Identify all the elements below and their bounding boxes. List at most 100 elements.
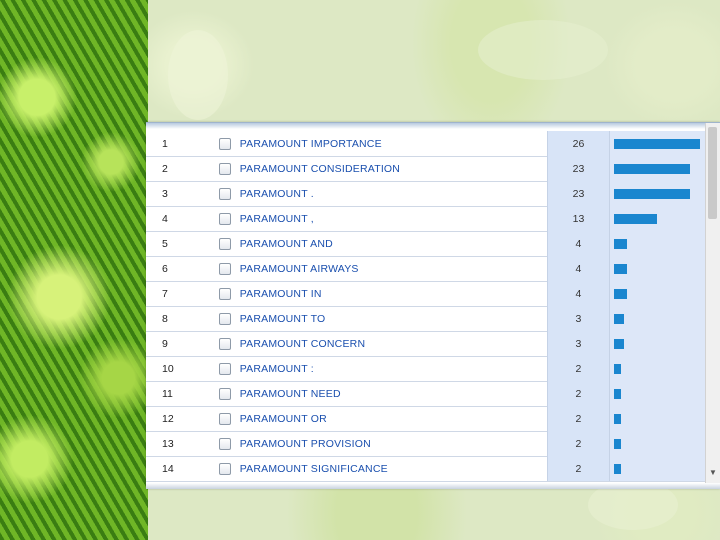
table-footer-strip	[146, 483, 720, 489]
row-select-cell	[210, 212, 240, 225]
row-checkbox[interactable]	[218, 337, 231, 350]
table-row[interactable]: 4 PARAMOUNT , 13	[146, 206, 706, 232]
row-select-cell	[210, 362, 240, 375]
phrase-link[interactable]: PARAMOUNT ,	[240, 213, 547, 225]
frequency-bar-cell	[610, 456, 706, 481]
phrase-link[interactable]: PARAMOUNT CONSIDERATION	[240, 163, 547, 175]
row-select-cell	[210, 187, 240, 200]
row-select-cell	[210, 137, 240, 150]
phrase-link[interactable]: PARAMOUNT AIRWAYS	[240, 263, 547, 275]
frequency-bar	[614, 238, 628, 249]
frequency-bar	[614, 363, 622, 374]
phrase-link[interactable]: PARAMOUNT .	[240, 188, 547, 200]
phrase-link[interactable]: PARAMOUNT IN	[240, 288, 547, 300]
row-checkbox[interactable]	[218, 162, 231, 175]
table-row[interactable]: 7 PARAMOUNT IN 4	[146, 281, 706, 307]
table-row[interactable]: 8 PARAMOUNT TO 3	[146, 306, 706, 332]
row-checkbox[interactable]	[218, 412, 231, 425]
frequency-count: 4	[546, 281, 611, 306]
frequency-bar-cell	[610, 206, 706, 231]
rank-number: 5	[162, 237, 168, 250]
frequency-bar	[614, 463, 622, 474]
frequency-bar	[614, 263, 628, 274]
rank-number: 4	[162, 212, 168, 225]
frequency-bar-cell	[610, 256, 706, 281]
row-select-cell	[210, 312, 240, 325]
row-checkbox[interactable]	[218, 387, 231, 400]
frequency-bar-cell	[610, 231, 706, 256]
rank-number: 13	[162, 437, 174, 450]
frequency-bar	[614, 338, 625, 349]
table-row[interactable]: 5 PARAMOUNT AND 4	[146, 231, 706, 257]
table-row[interactable]: 10 PARAMOUNT :2	[146, 356, 706, 382]
frequency-count: 13	[546, 206, 611, 231]
frequency-bar-cell	[610, 381, 706, 406]
table-row[interactable]: 6 PARAMOUNT AIRWAYS 4	[146, 256, 706, 282]
row-checkbox[interactable]	[218, 362, 231, 375]
frequency-count: 23	[546, 181, 611, 206]
scroll-down-arrow-icon[interactable]: ▼	[706, 468, 720, 477]
row-checkbox[interactable]	[218, 462, 231, 475]
scrollbar-thumb[interactable]	[708, 127, 717, 219]
phrase-link[interactable]: PARAMOUNT AND	[240, 238, 547, 250]
phrase-link[interactable]: PARAMOUNT :	[240, 363, 547, 375]
row-checkbox[interactable]	[218, 137, 231, 150]
table-row[interactable]: 9 PARAMOUNT CONCERN 3	[146, 331, 706, 357]
row-select-cell	[210, 287, 240, 300]
rank-number: 3	[162, 187, 168, 200]
row-checkbox[interactable]	[218, 237, 231, 250]
table-row[interactable]: 12 PARAMOUNT OR 2	[146, 406, 706, 432]
phrase-link[interactable]: PARAMOUNT PROVISION	[240, 438, 547, 450]
rank-number: 7	[162, 287, 168, 300]
frequency-count: 4	[546, 256, 611, 281]
row-select-cell	[210, 412, 240, 425]
table-row[interactable]: 2 PARAMOUNT CONSIDERATION 23	[146, 156, 706, 182]
frequency-bar	[614, 438, 622, 449]
table-row[interactable]: 13 PARAMOUNT PROVISION 2	[146, 431, 706, 457]
frequency-count: 2	[546, 406, 611, 431]
table-row[interactable]: 11 PARAMOUNT NEED 2	[146, 381, 706, 407]
row-select-cell	[210, 262, 240, 275]
frequency-bar-cell	[610, 406, 706, 431]
row-checkbox[interactable]	[218, 287, 231, 300]
phrase-link[interactable]: PARAMOUNT TO	[240, 313, 547, 325]
background-blob	[478, 20, 608, 80]
row-select-cell	[210, 237, 240, 250]
rank-number: 14	[162, 462, 174, 475]
phrase-link[interactable]: PARAMOUNT CONCERN	[240, 338, 547, 350]
rank-number: 10	[162, 362, 174, 375]
frequency-count: 3	[546, 306, 611, 331]
frequency-bar	[614, 313, 625, 324]
row-checkbox[interactable]	[218, 187, 231, 200]
background-blob	[168, 30, 228, 120]
row-checkbox[interactable]	[218, 212, 231, 225]
frequency-bar-cell	[610, 331, 706, 356]
table-row[interactable]: 3 PARAMOUNT . 23	[146, 181, 706, 207]
frequency-bar	[614, 138, 701, 149]
frequency-bar-cell	[610, 281, 706, 306]
rank-number: 6	[162, 262, 168, 275]
collocation-results-panel: 1 PARAMOUNT IMPORTANCE 26 2 PARAMOUNT CONSID…	[146, 122, 720, 489]
table-header-strip	[146, 123, 706, 129]
row-checkbox[interactable]	[218, 262, 231, 275]
frequency-count: 26	[546, 131, 611, 156]
frequency-count: 2	[546, 356, 611, 381]
table-row[interactable]: 1 PARAMOUNT IMPORTANCE 26	[146, 131, 706, 157]
frequency-count: 4	[546, 231, 611, 256]
vertical-scrollbar[interactable]: ▼	[705, 123, 720, 483]
frequency-bar	[614, 413, 622, 424]
row-checkbox[interactable]	[218, 437, 231, 450]
frequency-bar-cell	[610, 431, 706, 456]
phrase-link[interactable]: PARAMOUNT OR	[240, 413, 547, 425]
frequency-bar	[614, 188, 691, 199]
table-row[interactable]: 14 PARAMOUNT SIGNIFICANCE 2	[146, 456, 706, 482]
row-select-cell	[210, 462, 240, 475]
frequency-bar	[614, 213, 658, 224]
phrase-link[interactable]: PARAMOUNT SIGNIFICANCE	[240, 463, 547, 475]
row-checkbox[interactable]	[218, 312, 231, 325]
rank-number: 1	[162, 137, 168, 150]
frequency-bar-cell	[610, 156, 706, 181]
frequency-count: 3	[546, 331, 611, 356]
phrase-link[interactable]: PARAMOUNT IMPORTANCE	[240, 138, 547, 150]
phrase-link[interactable]: PARAMOUNT NEED	[240, 388, 547, 400]
